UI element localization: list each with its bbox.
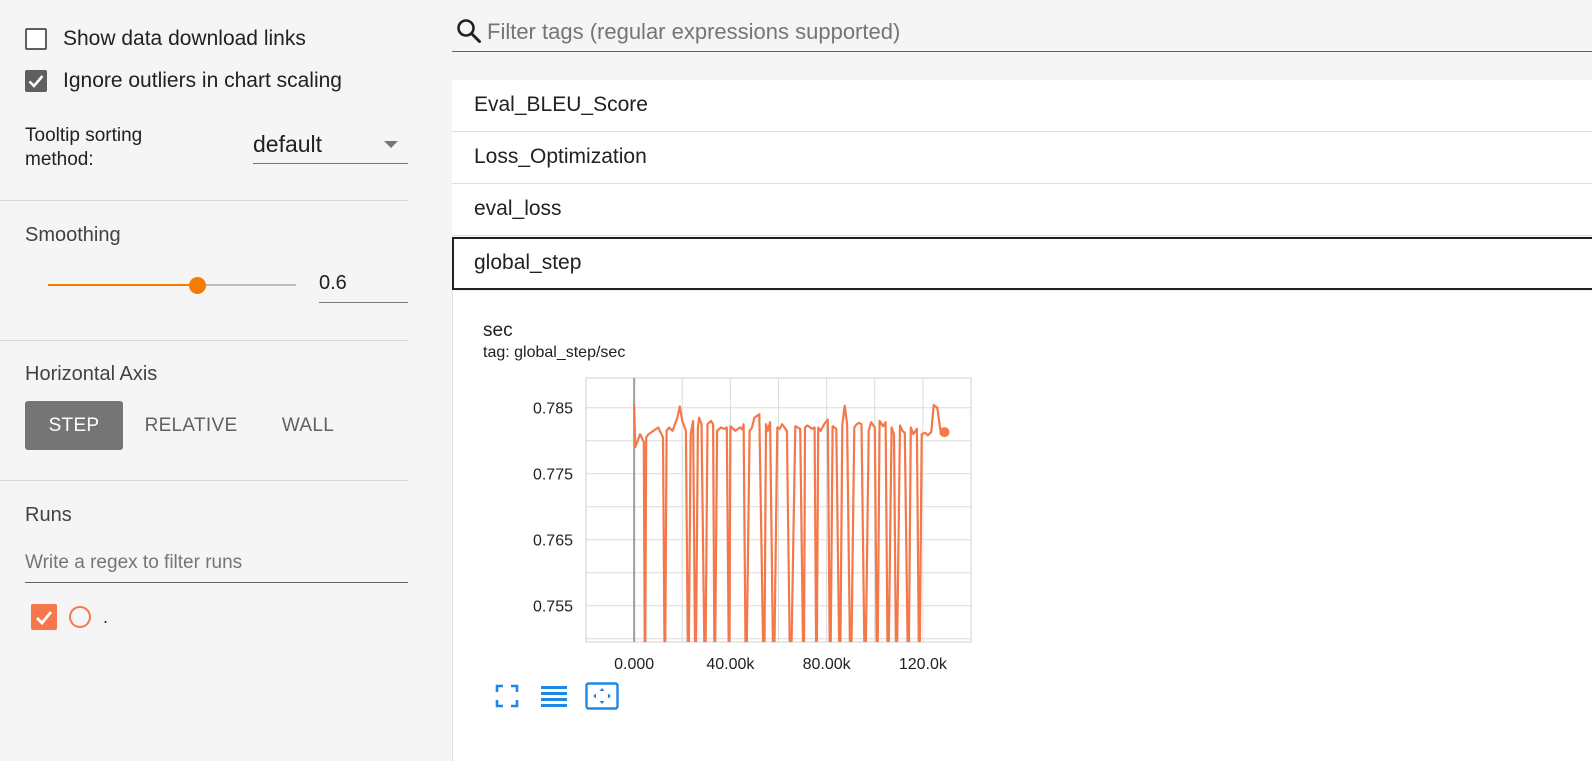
- x-tick-label: 40.00k: [706, 656, 755, 673]
- run-checkbox[interactable]: [31, 604, 57, 630]
- search-icon: [457, 19, 481, 43]
- tag-filter-input[interactable]: Filter tags (regular expressions support…: [452, 10, 1592, 52]
- run-color-radio[interactable]: [69, 606, 91, 628]
- tooltip-sorting-dropdown[interactable]: default: [253, 128, 408, 164]
- ignore-outliers-checkbox[interactable]: Ignore outliers in chart scaling: [25, 69, 342, 93]
- unchecked-box-icon[interactable]: [25, 28, 47, 50]
- chart-card: sec tag: global_step/sec 0.755 0.765 0.775…: [452, 291, 1592, 761]
- ignore-outliers-label: Ignore outliers in chart scaling: [63, 69, 342, 92]
- axis-wall-button[interactable]: WALL: [259, 401, 357, 450]
- category-label: Eval_BLEU_Score: [474, 93, 648, 116]
- x-tick-label: 80.00k: [803, 656, 852, 673]
- fit-to-screen-icon[interactable]: [495, 684, 519, 708]
- sidebar: Show data download links Ignore outliers…: [0, 0, 430, 761]
- divider: [0, 200, 408, 201]
- y-tick-label: 0.765: [533, 533, 573, 550]
- toggle-log-scale-icon[interactable]: [540, 684, 568, 708]
- show-download-links-label: Show data download links: [63, 27, 306, 50]
- run-item[interactable]: .: [31, 604, 108, 630]
- divider: [0, 340, 408, 341]
- y-tick-label: 0.785: [533, 401, 573, 418]
- main-content: Filter tags (regular expressions support…: [452, 0, 1592, 761]
- fit-domain-icon[interactable]: [585, 682, 619, 710]
- tag-filter-placeholder: Filter tags (regular expressions support…: [487, 19, 901, 44]
- category-label: global_step: [474, 251, 582, 274]
- horizontal-axis-selector: STEP RELATIVE WALL: [25, 401, 357, 450]
- category-eval-loss[interactable]: eval_loss: [452, 184, 1592, 236]
- divider: [0, 480, 408, 481]
- tooltip-sorting-label: Tooltip sorting method:: [25, 125, 143, 170]
- x-tick-label: 0.000: [614, 656, 654, 673]
- runs-filter-input[interactable]: Write a regex to filter runs: [25, 546, 408, 583]
- smoothing-title: Smoothing: [25, 224, 121, 246]
- slider-knob[interactable]: [188, 277, 206, 294]
- axis-relative-button[interactable]: RELATIVE: [123, 401, 259, 450]
- category-label: eval_loss: [474, 197, 562, 220]
- smoothing-value-input[interactable]: 0.6: [319, 268, 408, 303]
- runs-title: Runs: [25, 504, 72, 526]
- run-name: .: [103, 606, 109, 627]
- series-end-point: [939, 427, 950, 438]
- category-loss-optimization[interactable]: Loss_Optimization: [452, 132, 1592, 184]
- checkmark-icon[interactable]: [25, 70, 47, 92]
- x-tick-label: 120.0k: [899, 656, 948, 673]
- axis-step-button[interactable]: STEP: [25, 401, 123, 450]
- smoothing-slider[interactable]: [48, 275, 296, 295]
- checkmark-icon: [36, 610, 53, 625]
- horizontal-axis-title: Horizontal Axis: [25, 363, 158, 385]
- show-download-links-checkbox[interactable]: Show data download links: [25, 27, 306, 51]
- y-tick-label: 0.775: [533, 467, 573, 484]
- scalar-chart[interactable]: 0.755 0.765 0.775 0.785 0.000 40.00k 80.00k 120…: [453, 291, 1013, 681]
- y-tick-label: 0.755: [533, 599, 573, 616]
- chevron-down-icon: [384, 141, 398, 148]
- tooltip-sorting-value: default: [253, 131, 323, 157]
- series-line: [633, 403, 946, 642]
- category-label: Loss_Optimization: [474, 145, 647, 168]
- slider-fill: [48, 284, 197, 286]
- category-global-step[interactable]: global_step: [452, 237, 1592, 290]
- category-eval-bleu-score[interactable]: Eval_BLEU_Score: [452, 80, 1592, 132]
